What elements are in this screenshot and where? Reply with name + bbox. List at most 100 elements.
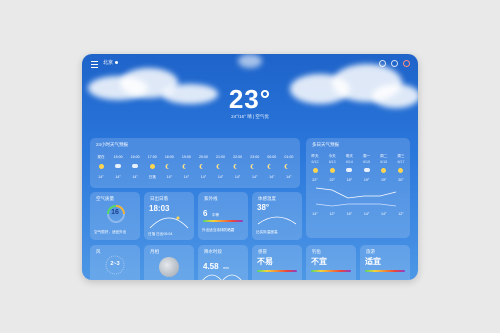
hourly-time-row: 现在 15:00 16:00 17:00 18:00 19:00 20:00 21:00 22:… — [96, 155, 294, 160]
sunrise-title: 日出日落 — [150, 196, 168, 201]
weather-icon-cell — [130, 164, 140, 170]
hourly-time-cell: 00:00 — [267, 155, 277, 159]
location-icon — [115, 61, 119, 64]
travel-scale-bar — [365, 270, 405, 272]
feels-value: 38° — [257, 203, 270, 212]
hourly-temp-cell: 14° — [269, 175, 275, 179]
menu-icon[interactable] — [91, 61, 98, 68]
sunrise-card[interactable]: 日出日落 18:03 日落 日出05:04 — [144, 192, 194, 240]
sun-path-curve — [149, 216, 189, 229]
hourly-temp-cell: 14° — [115, 175, 121, 179]
daily-date-cell: 6/15 — [363, 160, 371, 164]
sun-icon — [398, 168, 404, 173]
hourly-time-cell: 23:00 — [250, 155, 260, 159]
wind-level: 2~3 — [110, 261, 120, 267]
hourly-time-cell: 15:00 — [113, 155, 123, 159]
city-name: 北京 — [103, 60, 114, 66]
moon-title: 月相 — [150, 249, 159, 254]
cloudy-icon — [346, 168, 353, 172]
moon-icon — [167, 164, 172, 169]
daily-low-cell: 12° — [398, 212, 404, 216]
weather-icon-cell — [181, 164, 191, 170]
weather-icon-cell — [327, 168, 337, 174]
cold-index-card[interactable]: 感冒 不易 — [252, 245, 302, 280]
daily-high-cell: 19° — [363, 178, 370, 182]
screenshot-stage: 北京 23° 24°/16° 晴 | 空气优 24小时天气预报 现在 15:00 1… — [0, 0, 500, 333]
sun-icon — [312, 168, 318, 173]
hourly-time-cell: 20:00 — [198, 155, 208, 159]
daily-day-cell: 周二 — [380, 154, 388, 158]
hourly-time-cell: 21:00 — [216, 155, 226, 159]
uv-value-wrap: 6 中等 — [203, 203, 219, 221]
weather-icon-cell — [396, 168, 406, 174]
moon-icon — [159, 257, 179, 277]
weather-icon-cell — [216, 164, 226, 170]
weather-icon-row — [96, 164, 294, 170]
moon-phase-card[interactable]: 月相 — [144, 245, 194, 280]
weather-app-window: 北京 23° 24°/16° 晴 | 空气优 24小时天气预报 现在 15:00 1… — [82, 54, 418, 280]
moon-icon — [184, 164, 189, 169]
hourly-time-cell: 现在 — [97, 155, 105, 159]
daily-day-cell: 周三 — [397, 154, 405, 158]
hourly-temp-cell: 14° — [217, 175, 224, 179]
sun-icon — [98, 164, 104, 169]
sun-icon — [381, 168, 387, 173]
moon-icon — [235, 164, 240, 169]
daily-low-cell: 14° — [363, 212, 370, 216]
weather-icon-cell — [310, 168, 320, 174]
hourly-temp-cell: 14° — [286, 175, 292, 179]
hourly-time-cell: 17:00 — [147, 155, 157, 159]
daily-low-row: 14° 12° 16° 14° 14° 12° — [310, 212, 406, 216]
daily-low-cell: 16° — [346, 212, 353, 216]
hourly-temp-cell: 14° — [132, 175, 138, 179]
weather-icon-cell — [147, 164, 157, 170]
cold-value: 不易 — [257, 257, 273, 266]
cloudy-icon — [115, 164, 122, 168]
hourly-time-cell: 19:00 — [181, 155, 191, 159]
hourly-time-cell: 16:00 — [130, 155, 140, 159]
top-bar: 北京 — [82, 54, 418, 72]
daily-date-row: 6/12 6/13 6/14 6/15 6/16 6/17 — [310, 160, 406, 164]
weather-icon-cell — [164, 164, 174, 170]
feels-title: 体感温度 — [258, 196, 276, 201]
hourly-title: 24小时天气预报 — [96, 142, 129, 147]
travel-title: 旅游 — [366, 249, 375, 254]
weather-icon-cell — [267, 164, 277, 170]
daily-low-cell: 14° — [381, 212, 387, 216]
uv-note: 外出适当涂抹防晒霜 — [202, 228, 235, 232]
travel-index-card[interactable]: 旅游 适宜 — [360, 245, 410, 280]
precipitation-card[interactable]: 降水时段 4.58 mm — [198, 245, 248, 280]
weather-icon-cell — [96, 164, 106, 170]
cloudy-icon — [363, 168, 370, 172]
aqi-value: 16 — [111, 209, 119, 216]
uv-scale-bar — [203, 220, 243, 222]
daily-low-cell: 12° — [329, 212, 335, 216]
fishing-index-card[interactable]: 钓鱼 不宜 — [306, 245, 356, 280]
weather-icon-cell — [362, 168, 372, 174]
settings-icon[interactable] — [391, 60, 398, 67]
wind-title: 风 — [96, 249, 101, 254]
hourly-temp-cell: 日落 — [148, 175, 156, 179]
share-icon[interactable] — [379, 60, 386, 67]
fishing-title: 钓鱼 — [312, 249, 321, 254]
sun-icon — [329, 168, 335, 173]
rain-title: 降水时段 — [204, 249, 222, 254]
uv-title: 紫外线 — [204, 196, 218, 201]
feels-like-card[interactable]: 体感温度 38° 比实际温度高 — [252, 192, 302, 240]
weather-icon-cell — [198, 164, 208, 170]
daily-high-cell: 18° — [346, 178, 353, 182]
hourly-temp-row: 14° 14° 14° 日落 14° 14° 14° 14° 14° 14° 14° 14° — [96, 175, 294, 180]
weather-icon-cell — [113, 164, 123, 170]
rain-wave — [202, 274, 242, 280]
sunrise-note: 日落 日出05:04 — [148, 232, 173, 236]
uv-card[interactable]: 紫外线 6 中等 外出适当涂抹防晒霜 — [198, 192, 248, 240]
hourly-time-cell: 22:00 — [233, 155, 243, 159]
city-selector[interactable]: 北京 — [103, 59, 119, 66]
aqi-card[interactable]: 空气质量 16 空气很好，适宜外出 — [90, 192, 140, 240]
wind-card[interactable]: 风 2~3 — [90, 245, 140, 280]
daily-day-cell: 昨天 — [311, 154, 319, 158]
uv-value: 6 — [203, 209, 208, 218]
weather-icon-cell — [284, 164, 294, 170]
hourly-temp-cell: 14° — [200, 175, 207, 179]
close-icon[interactable] — [403, 60, 410, 67]
